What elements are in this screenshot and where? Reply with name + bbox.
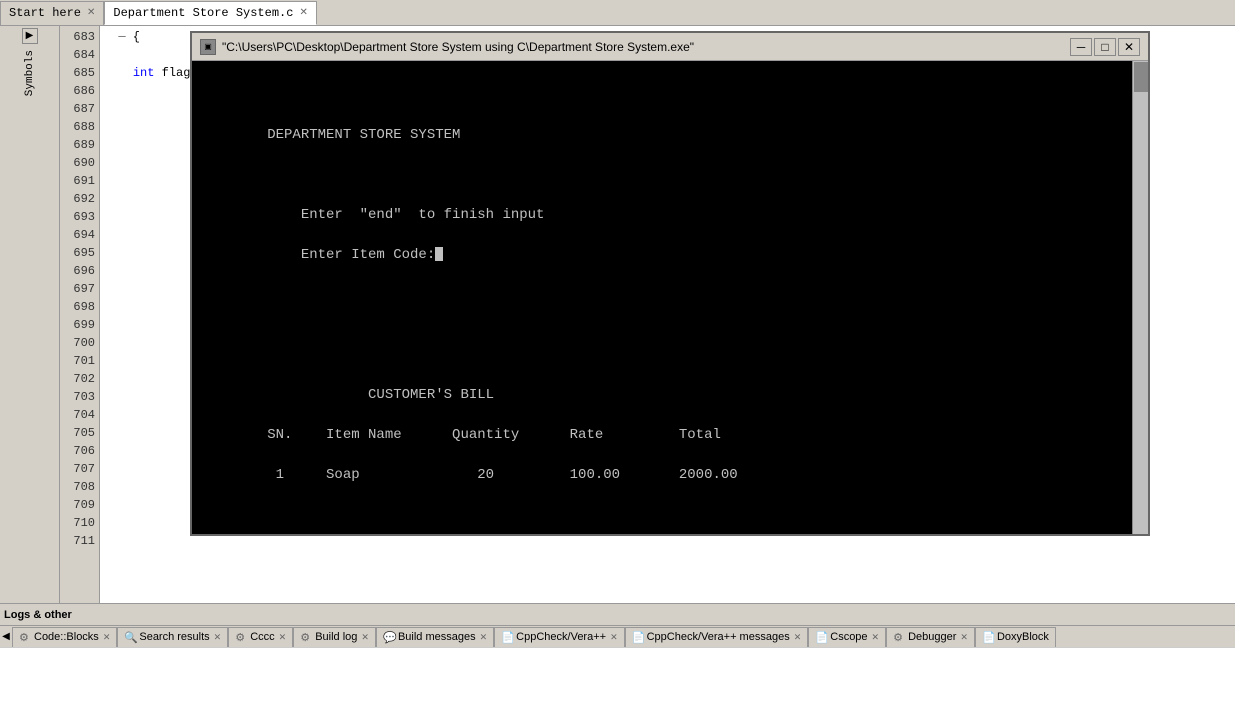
terminal-line-title: DEPARTMENT STORE SYSTEM (200, 125, 1128, 145)
log-header: Logs & other (0, 603, 1235, 625)
bottom-tab-debugger-label: Debugger (908, 631, 956, 643)
terminal-scrollbar-thumb[interactable] (1134, 62, 1148, 92)
cscope-icon: 📄 (815, 631, 827, 643)
bottom-tab-doxyblock[interactable]: 📄 DoxyBlock (975, 627, 1056, 647)
bottom-tab-cppcheck-msgs-label: CppCheck/Vera++ messages (647, 631, 790, 643)
terminal-line-row1: 1 Soap 20 100.00 2000.00 (200, 465, 1128, 485)
terminal-line-enter-end: Enter "end" to finish input (200, 205, 1128, 225)
terminal-line-item-code: Enter Item Code: (200, 245, 1128, 265)
tab-department-store[interactable]: Department Store System.c ✕ (104, 1, 316, 25)
build-log-icon: ⚙ (300, 631, 312, 643)
symbols-arrow[interactable]: ▶ (22, 28, 38, 44)
terminal-line-headers: SN. Item Name Quantity Rate Total (200, 425, 1128, 445)
top-tab-bar: Start here ✕ Department Store System.c ✕ (0, 0, 1235, 26)
main-area: ▶ Symbols 683 684 685 686 687 688 689 69… (0, 26, 1235, 603)
log-header-title: Logs & other (4, 609, 72, 621)
cppcheck-msgs-icon: 📄 (632, 631, 644, 643)
terminal-window[interactable]: ▣ "C:\Users\PC\Desktop\Department Store … (190, 31, 1150, 536)
terminal-line-6 (200, 185, 1128, 205)
terminal-close-button[interactable]: ✕ (1118, 38, 1140, 56)
cppcheck-icon: 📄 (501, 631, 513, 643)
bottom-tab-cscope-close[interactable]: ✕ (872, 632, 880, 643)
bottom-tab-search-results[interactable]: 🔍 Search results ✕ (117, 627, 228, 647)
terminal-controls: ─ □ ✕ (1070, 38, 1140, 56)
cccc-icon: ⚙ (235, 631, 247, 643)
doxyblock-icon: 📄 (982, 631, 994, 643)
terminal-maximize-button[interactable]: □ (1094, 38, 1116, 56)
bottom-tab-build-log-close[interactable]: ✕ (361, 632, 369, 643)
symbols-panel: ▶ Symbols (0, 26, 60, 603)
terminal-title-text: "C:\Users\PC\Desktop\Department Store Sy… (222, 40, 1070, 54)
terminal-line-1 (200, 65, 1128, 85)
tab-start-here-close[interactable]: ✕ (87, 7, 95, 19)
build-messages-icon: 💬 (383, 631, 395, 643)
bottom-tab-codeblocks-label: Code::Blocks (34, 631, 99, 643)
codeblocks-icon: ⚙ (19, 631, 31, 643)
terminal-line-11 (200, 325, 1128, 345)
symbols-label: Symbols (24, 50, 36, 96)
bottom-tab-build-log-label: Build log (315, 631, 357, 643)
debugger-icon: ⚙ (893, 631, 905, 643)
line-numbers: 683 684 685 686 687 688 689 690 691 692 … (60, 26, 100, 603)
terminal-line-bill-title: CUSTOMER'S BILL (200, 385, 1128, 405)
bottom-tab-debugger[interactable]: ⚙ Debugger ✕ (886, 627, 975, 647)
terminal-line-8 (200, 265, 1128, 285)
bottom-tab-cscope[interactable]: 📄 Cscope ✕ (808, 627, 886, 647)
bottom-tab-cppcheck-msgs[interactable]: 📄 CppCheck/Vera++ messages ✕ (625, 627, 809, 647)
terminal-cursor (435, 247, 443, 261)
tab-start-here-label: Start here (9, 6, 81, 20)
bottom-tab-debugger-close[interactable]: ✕ (960, 632, 968, 643)
bottom-tab-cscope-label: Cscope (830, 631, 867, 643)
bottom-tab-codeblocks[interactable]: ⚙ Code::Blocks ✕ (12, 627, 117, 647)
terminal-body[interactable]: DEPARTMENT STORE SYSTEM Enter "end" to f… (192, 61, 1148, 534)
terminal-line-4 (200, 145, 1128, 165)
bottom-tab-build-messages-close[interactable]: ✕ (480, 632, 488, 643)
bottom-tab-cppcheck-msgs-close[interactable]: ✕ (794, 632, 802, 643)
tab-department-store-close[interactable]: ✕ (299, 7, 307, 19)
bottom-tab-cppcheck[interactable]: 📄 CppCheck/Vera++ ✕ (494, 627, 624, 647)
bottom-tabs-bar: ◀ ⚙ Code::Blocks ✕ 🔍 Search results ✕ ⚙ … (0, 625, 1235, 647)
code-container: 683 684 685 686 687 688 689 690 691 692 … (60, 26, 1235, 603)
terminal-line-15 (200, 445, 1128, 465)
bottom-tabs-left-arrow[interactable]: ◀ (0, 627, 12, 647)
tab-department-store-label: Department Store System.c (113, 6, 293, 20)
bottom-tab-build-messages[interactable]: 💬 Build messages ✕ (376, 627, 494, 647)
tab-start-here[interactable]: Start here ✕ (0, 1, 104, 25)
terminal-line-5 (200, 165, 1128, 185)
editor-area: 683 684 685 686 687 688 689 690 691 692 … (60, 26, 1235, 603)
terminal-icon-symbol: ▣ (204, 42, 212, 52)
bottom-tab-search-results-label: Search results (139, 631, 209, 643)
bottom-tab-cccc-label: Cccc (250, 631, 274, 643)
bottom-tab-cccc-close[interactable]: ✕ (279, 632, 287, 643)
terminal-line-12 (200, 345, 1128, 365)
bottom-tab-doxyblock-label: DoxyBlock (997, 631, 1049, 643)
terminal-line-9 (200, 285, 1128, 305)
terminal-line-7 (200, 225, 1128, 245)
bottom-tab-search-results-close[interactable]: ✕ (214, 632, 222, 643)
terminal-title-icon: ▣ (200, 39, 216, 55)
log-content-area (0, 647, 1235, 707)
search-results-icon: 🔍 (124, 631, 136, 643)
terminal-overlay: ▣ "C:\Users\PC\Desktop\Department Store … (60, 26, 1235, 603)
terminal-titlebar: ▣ "C:\Users\PC\Desktop\Department Store … (192, 33, 1148, 61)
terminal-minimize-button[interactable]: ─ (1070, 38, 1092, 56)
terminal-line-3 (200, 105, 1128, 125)
terminal-scrollbar[interactable] (1132, 61, 1148, 534)
terminal-line-13 (200, 365, 1128, 385)
bottom-tab-cppcheck-label: CppCheck/Vera++ (516, 631, 606, 643)
terminal-line-14 (200, 405, 1128, 425)
bottom-tab-codeblocks-close[interactable]: ✕ (103, 632, 111, 643)
bottom-tab-build-messages-label: Build messages (398, 631, 476, 643)
terminal-line-2 (200, 85, 1128, 105)
bottom-tab-cppcheck-close[interactable]: ✕ (610, 632, 618, 643)
bottom-tab-build-log[interactable]: ⚙ Build log ✕ (293, 627, 376, 647)
terminal-line-10 (200, 305, 1128, 325)
bottom-tab-cccc[interactable]: ⚙ Cccc ✕ (228, 627, 293, 647)
